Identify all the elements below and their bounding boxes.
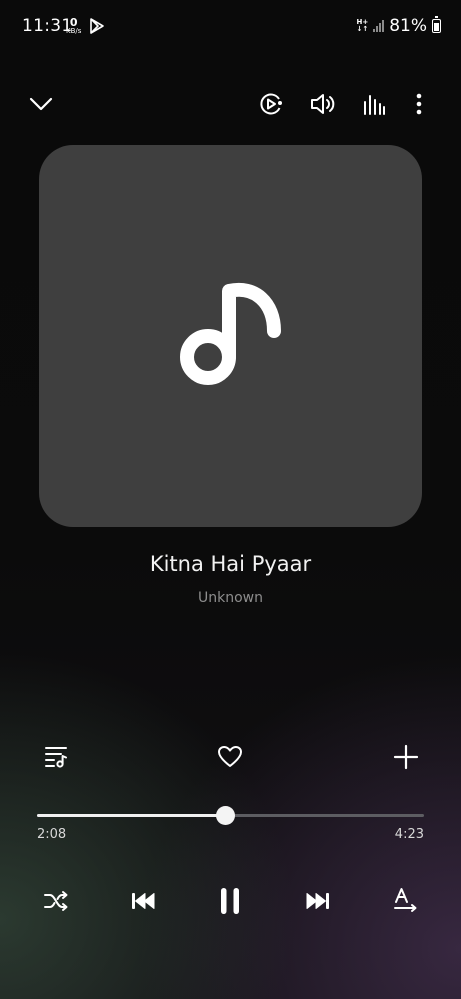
network-indicator: H+ ↓↑ (356, 19, 368, 33)
elapsed-time: 2:08 (37, 827, 67, 842)
visualizer-button[interactable] (256, 89, 286, 119)
volume-icon (311, 94, 335, 114)
battery-percent: 81% (389, 16, 427, 36)
status-right: H+ ↓↑ 81% (356, 16, 441, 36)
previous-button[interactable] (127, 886, 159, 916)
data-speed-indicator: 0 KB/s (66, 17, 81, 35)
volume-button[interactable] (307, 89, 339, 119)
equalizer-button[interactable] (360, 90, 388, 118)
total-duration: 4:23 (394, 827, 424, 842)
song-title: Kitna Hai Pyaar (149, 552, 312, 576)
shuffle-button[interactable] (40, 885, 72, 917)
pause-icon (221, 888, 239, 914)
battery-icon (432, 16, 441, 33)
seek-bar-thumb[interactable] (216, 806, 236, 825)
skip-next-icon (306, 893, 329, 909)
play-cycle-icon (260, 93, 282, 115)
lyrics-button[interactable] (390, 884, 422, 916)
equalizer-icon (364, 95, 385, 115)
lyrics-icon (394, 888, 417, 912)
more-options-button[interactable] (409, 90, 429, 118)
shuffle-icon (44, 891, 68, 911)
chevron-down-icon (29, 97, 53, 111)
song-artist[interactable]: Unknown (0, 590, 461, 606)
signal-icon (373, 20, 385, 32)
add-to-playlist-button[interactable] (390, 741, 422, 773)
collapse-button[interactable] (26, 90, 56, 118)
status-time: 11:31 (22, 16, 73, 36)
heart-icon (218, 746, 242, 767)
data-arrows-icon: ↓↑ (356, 25, 369, 33)
seek-bar-progress (37, 814, 226, 817)
playlist-icon (45, 747, 67, 768)
skip-previous-icon (132, 893, 155, 909)
next-button[interactable] (302, 886, 334, 916)
data-speed-unit: KB/s (66, 27, 82, 35)
playlist-button[interactable] (40, 740, 72, 772)
seek-bar[interactable] (37, 806, 424, 825)
album-art (39, 145, 422, 527)
music-note-icon (179, 282, 281, 385)
more-vertical-icon (416, 93, 422, 115)
play-store-icon (89, 17, 105, 35)
favorite-button[interactable] (214, 741, 246, 773)
plus-icon (393, 744, 419, 770)
pause-button[interactable] (214, 882, 246, 920)
